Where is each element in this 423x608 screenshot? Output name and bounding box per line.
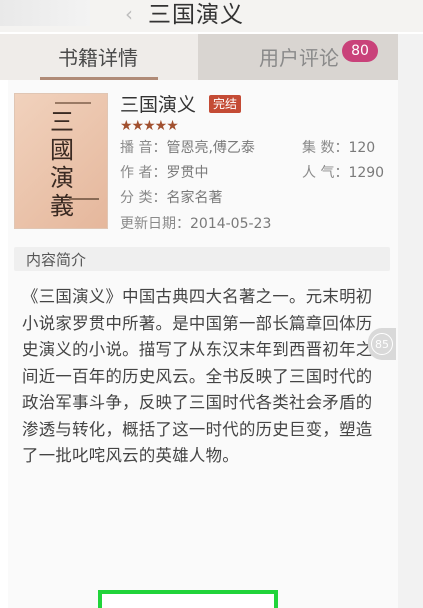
blurred-area (0, 0, 90, 26)
info-value: 120 (348, 140, 376, 156)
info-label: 集 数： (302, 140, 349, 156)
info-label: 人 气： (302, 165, 349, 181)
rating-stars: ★★★★★ (120, 118, 179, 134)
cover-decoration (69, 198, 99, 200)
info-value: 名家名著 (166, 190, 223, 206)
info-value: 2014-05-23 (190, 216, 272, 232)
section-header: 内容简介 (14, 247, 390, 271)
info-label: 更新日期： (120, 216, 190, 232)
book-description: 《三国演义》中国古典四大名著之一。元末明初小说家罗贯中所著。是中国第一部长篇章回… (22, 287, 373, 465)
screen: ‹ 三国演义 书籍详情 用户评论 80 三國演義 三国演义 完结 ★★★★★ 播… (0, 0, 423, 608)
cover-decoration (55, 102, 91, 104)
info-update-date: 更新日期：2014-05-23 (120, 214, 271, 234)
back-icon[interactable]: ‹ (118, 2, 140, 26)
page-title: 三国演义 (148, 2, 244, 28)
info-label: 分 类： (120, 190, 167, 206)
info-label: 播 音： (120, 140, 167, 156)
status-badge: 完结 (209, 95, 242, 113)
book-cover[interactable]: 三國演義 (14, 93, 108, 229)
right-edge (398, 34, 423, 608)
info-value: 1290 (348, 165, 385, 181)
tab-label: 书籍详情 (58, 46, 138, 70)
info-narrator: 播 音：管恩亮,傅乙泰 (120, 138, 255, 158)
book-title: 三国演义 (120, 94, 197, 116)
tab-book-details[interactable]: 书籍详情 (0, 34, 198, 80)
cover-title: 三國演義 (50, 108, 74, 220)
floating-counter[interactable]: 85 (368, 328, 396, 360)
info-author: 作 者：罗贯中 (120, 163, 208, 183)
info-episodes: 集 数：120 (302, 138, 375, 158)
tab-bar: 书籍详情 用户评论 80 (0, 34, 400, 80)
info-label: 作 者： (120, 165, 167, 181)
info-category: 分 类：名家名著 (120, 188, 222, 208)
info-value: 罗贯中 (166, 165, 209, 181)
counter-value: 85 (371, 333, 393, 355)
bottom-action-button[interactable] (98, 590, 278, 608)
info-popularity: 人 气：1290 (302, 163, 384, 183)
section-title: 内容简介 (26, 251, 87, 269)
title-bar: ‹ 三国演义 (0, 0, 423, 32)
tab-label: 用户评论 (259, 46, 339, 70)
info-value: 管恩亮,傅乙泰 (166, 140, 255, 156)
comment-count-badge: 80 (342, 40, 378, 62)
